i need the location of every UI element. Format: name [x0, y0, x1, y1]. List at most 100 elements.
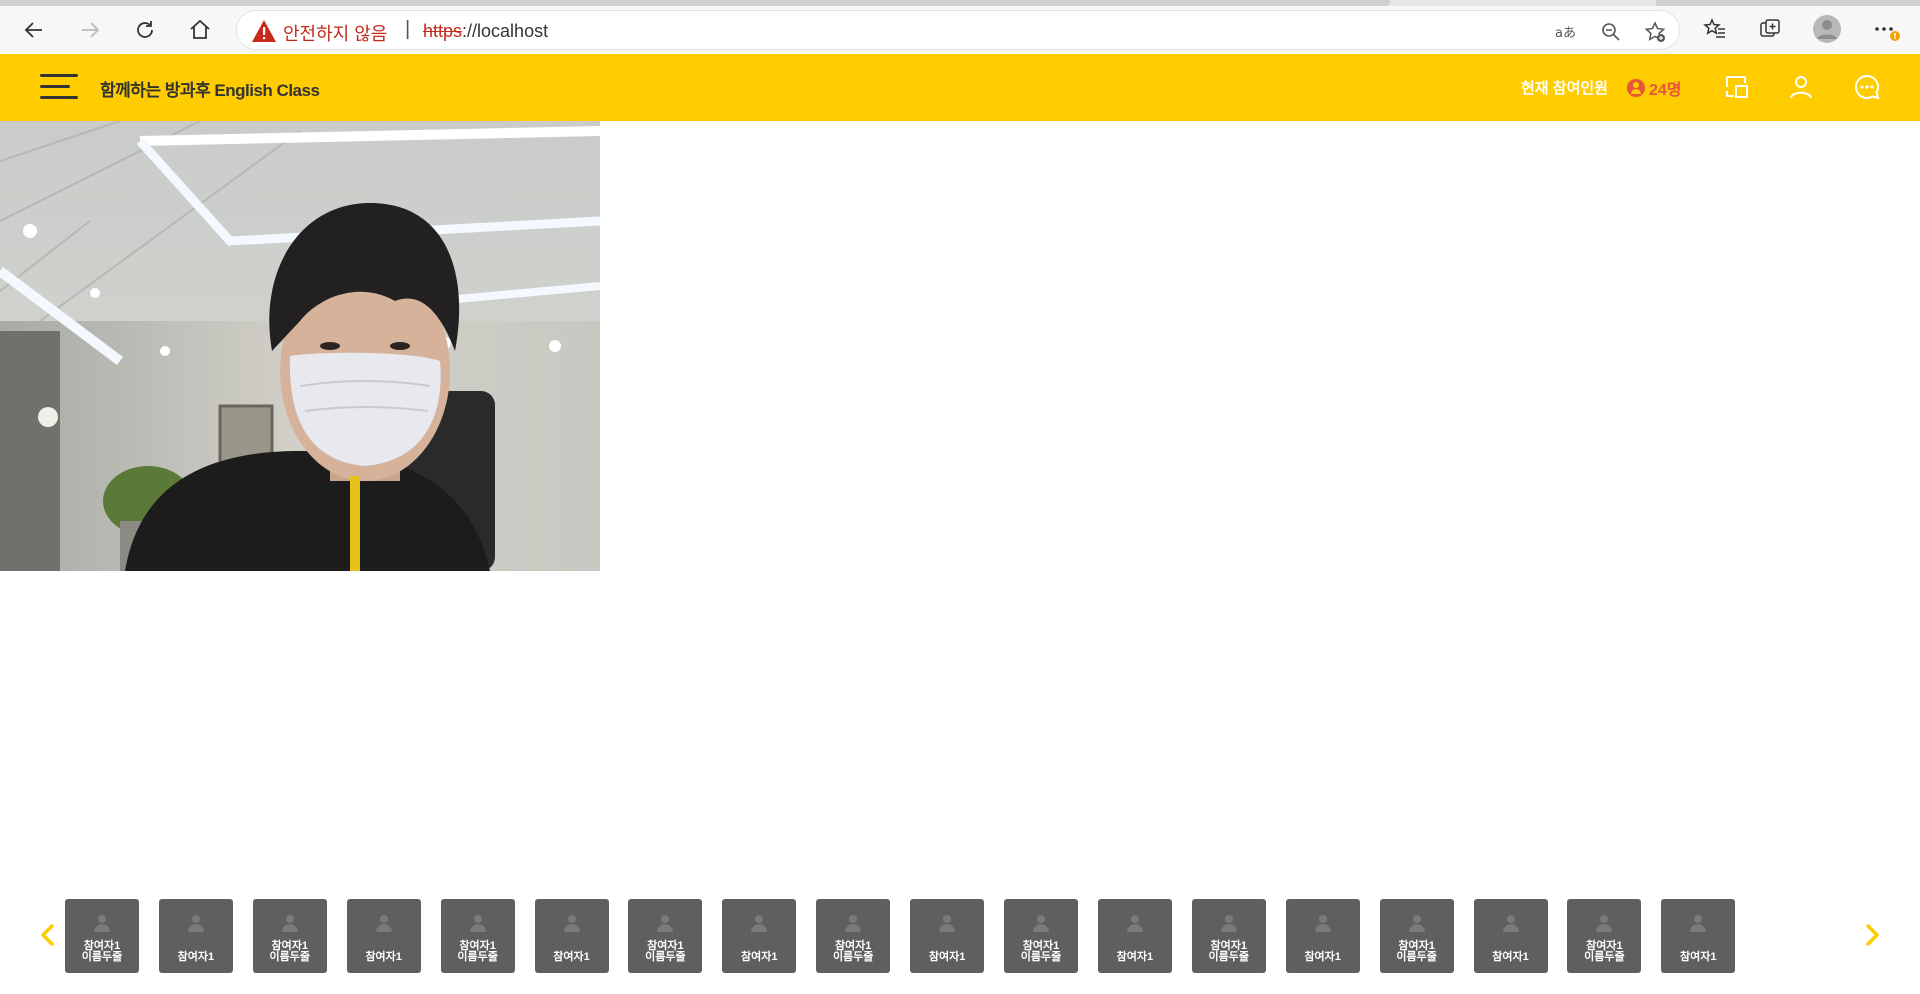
- participant-name: 참여자1: [1474, 952, 1548, 963]
- participant-name: 참여자1 이름두줄: [1567, 941, 1641, 963]
- url-protocol: https: [423, 21, 463, 41]
- participant-tile[interactable]: 참여자1 이름두줄: [252, 899, 327, 973]
- participant-placeholder-icon: [1408, 915, 1425, 932]
- settings-more-button[interactable]: [1870, 14, 1900, 44]
- menu-line-icon: [40, 74, 78, 77]
- participant-tile[interactable]: 참여자1 이름두줄: [1567, 899, 1642, 973]
- participant-name: 참여자1: [159, 952, 233, 963]
- url-host: ://localhost: [462, 21, 549, 41]
- camera-video-image: [0, 121, 600, 571]
- participant-tile[interactable]: 참여자1 이름두줄: [1191, 899, 1266, 973]
- main-video-feed[interactable]: [0, 121, 600, 571]
- chat-bubble-icon: [1855, 74, 1880, 100]
- participant-tile[interactable]: 참여자1 이름두줄: [628, 899, 703, 973]
- participant-tile[interactable]: 참여자1: [1097, 899, 1172, 973]
- participants-label: 현재 참여인원: [1521, 80, 1608, 97]
- participant-placeholder-icon: [1596, 915, 1613, 932]
- participant-tile[interactable]: 참여자1: [346, 899, 421, 973]
- browser-tab-2[interactable]: [1656, 0, 1920, 6]
- back-arrow-icon: [24, 22, 42, 38]
- tab-strip: [0, 0, 1920, 6]
- participant-name: 참여자1 이름두줄: [1004, 941, 1078, 963]
- zoom-out-icon[interactable]: [1599, 20, 1623, 44]
- participant-name-line2: 이름두줄: [1208, 951, 1250, 963]
- participant-name: 참여자1: [910, 952, 984, 963]
- collections-icon: [1760, 19, 1780, 37]
- menu-button[interactable]: [40, 74, 78, 102]
- screen-share-button[interactable]: [1721, 71, 1753, 103]
- add-favorite-icon[interactable]: [1643, 20, 1667, 44]
- participant-tile[interactable]: 참여자1: [534, 899, 609, 973]
- participant-placeholder-icon: [187, 915, 204, 932]
- participant-placeholder-icon: [845, 915, 862, 932]
- participant-name: 참여자1: [347, 952, 421, 963]
- participant-placeholder-icon: [1126, 915, 1143, 932]
- participant-name: 참여자1: [722, 952, 796, 963]
- person-icon: [1790, 76, 1812, 99]
- collections-button[interactable]: [1755, 14, 1785, 44]
- participant-tile[interactable]: 참여자1 이름두줄: [1004, 899, 1078, 973]
- back-button[interactable]: [16, 12, 52, 48]
- browser-tab[interactable]: [0, 0, 1390, 6]
- participant-tile[interactable]: 참여자1 이름두줄: [1379, 899, 1454, 973]
- participant-placeholder-icon: [939, 915, 956, 932]
- menu-line-icon: [40, 85, 70, 88]
- participant-name: 참여자1 이름두줄: [65, 941, 139, 963]
- participant-name: 참여자1: [535, 952, 609, 963]
- participant-name-line1: 참여자1: [177, 951, 215, 963]
- participant-tile[interactable]: 참여자1: [1285, 899, 1360, 973]
- next-arrow-icon[interactable]: [1860, 923, 1884, 947]
- participant-tile[interactable]: 참여자1 이름두줄: [440, 899, 515, 973]
- participants-count-text: 24명: [1649, 82, 1682, 99]
- participant-name-line1: 참여자1: [1304, 951, 1341, 963]
- class-title: 함께하는 방과후 English Class: [100, 81, 320, 100]
- participant-name-line1: 참여자1: [741, 951, 778, 963]
- participant-tile[interactable]: 참여자1: [1473, 899, 1548, 973]
- participant-name: 참여자1: [1098, 952, 1172, 963]
- participant-name: 참여자1 이름두줄: [441, 941, 515, 963]
- participant-name-line1: 참여자1: [1680, 951, 1717, 963]
- favorites-button[interactable]: [1700, 14, 1730, 44]
- security-warning-text[interactable]: 안전하지 않음: [283, 20, 387, 46]
- participant-name-line2: 이름두줄: [1396, 951, 1437, 963]
- refresh-button[interactable]: [127, 12, 163, 48]
- participant-name-line2: 이름두줄: [1584, 951, 1625, 963]
- forward-button[interactable]: [72, 12, 108, 48]
- participant-name-line2: 이름두줄: [81, 951, 123, 963]
- participant-name-line2: 이름두줄: [645, 951, 686, 963]
- url-text[interactable]: https://localhost: [423, 21, 548, 42]
- chat-button[interactable]: [1851, 71, 1883, 103]
- participant-placeholder-icon: [1314, 915, 1331, 932]
- participant-count-icon: [1627, 79, 1645, 97]
- read-aloud-icon[interactable]: aあ: [1553, 20, 1577, 44]
- warning-icon: [252, 20, 276, 42]
- participant-name-line2: 이름두줄: [1020, 951, 1062, 963]
- participant-tile[interactable]: 참여자1: [158, 899, 233, 973]
- prev-arrow-icon[interactable]: [36, 923, 60, 947]
- participant-placeholder-icon: [94, 915, 110, 932]
- profile-button[interactable]: [1812, 14, 1842, 44]
- participant-placeholder-icon: [1502, 915, 1519, 932]
- participant-name-line1: 참여자1: [365, 951, 402, 963]
- more-dots-icon: [1875, 27, 1900, 41]
- screen-layout-icon: [1726, 76, 1748, 98]
- participant-placeholder-icon: [751, 915, 768, 932]
- participant-name: 참여자1 이름두줄: [253, 941, 327, 963]
- participant-tile[interactable]: 참여자1: [1661, 899, 1736, 973]
- participant-name: 참여자1: [1661, 952, 1735, 963]
- home-button[interactable]: [182, 12, 218, 48]
- refresh-icon: [137, 21, 153, 38]
- participant-placeholder-icon: [563, 915, 580, 932]
- participant-placeholder-icon: [1690, 915, 1707, 932]
- participant-placeholder-icon: [375, 915, 392, 932]
- address-bar[interactable]: 안전하지 않음 | https://localhost aあ: [236, 10, 1680, 50]
- participant-name-line1: 참여자1: [1116, 951, 1154, 963]
- participant-tile[interactable]: 참여자1 이름두줄: [65, 899, 139, 973]
- forward-arrow-icon: [82, 22, 100, 38]
- favorites-icon: [1703, 18, 1725, 38]
- participants-button[interactable]: [1785, 71, 1817, 103]
- participant-tile[interactable]: 참여자1: [722, 899, 797, 973]
- participant-tile[interactable]: 참여자1: [910, 899, 985, 973]
- svg-text:aあ: aあ: [1555, 26, 1576, 41]
- participant-tile[interactable]: 참여자1 이름두줄: [816, 899, 891, 973]
